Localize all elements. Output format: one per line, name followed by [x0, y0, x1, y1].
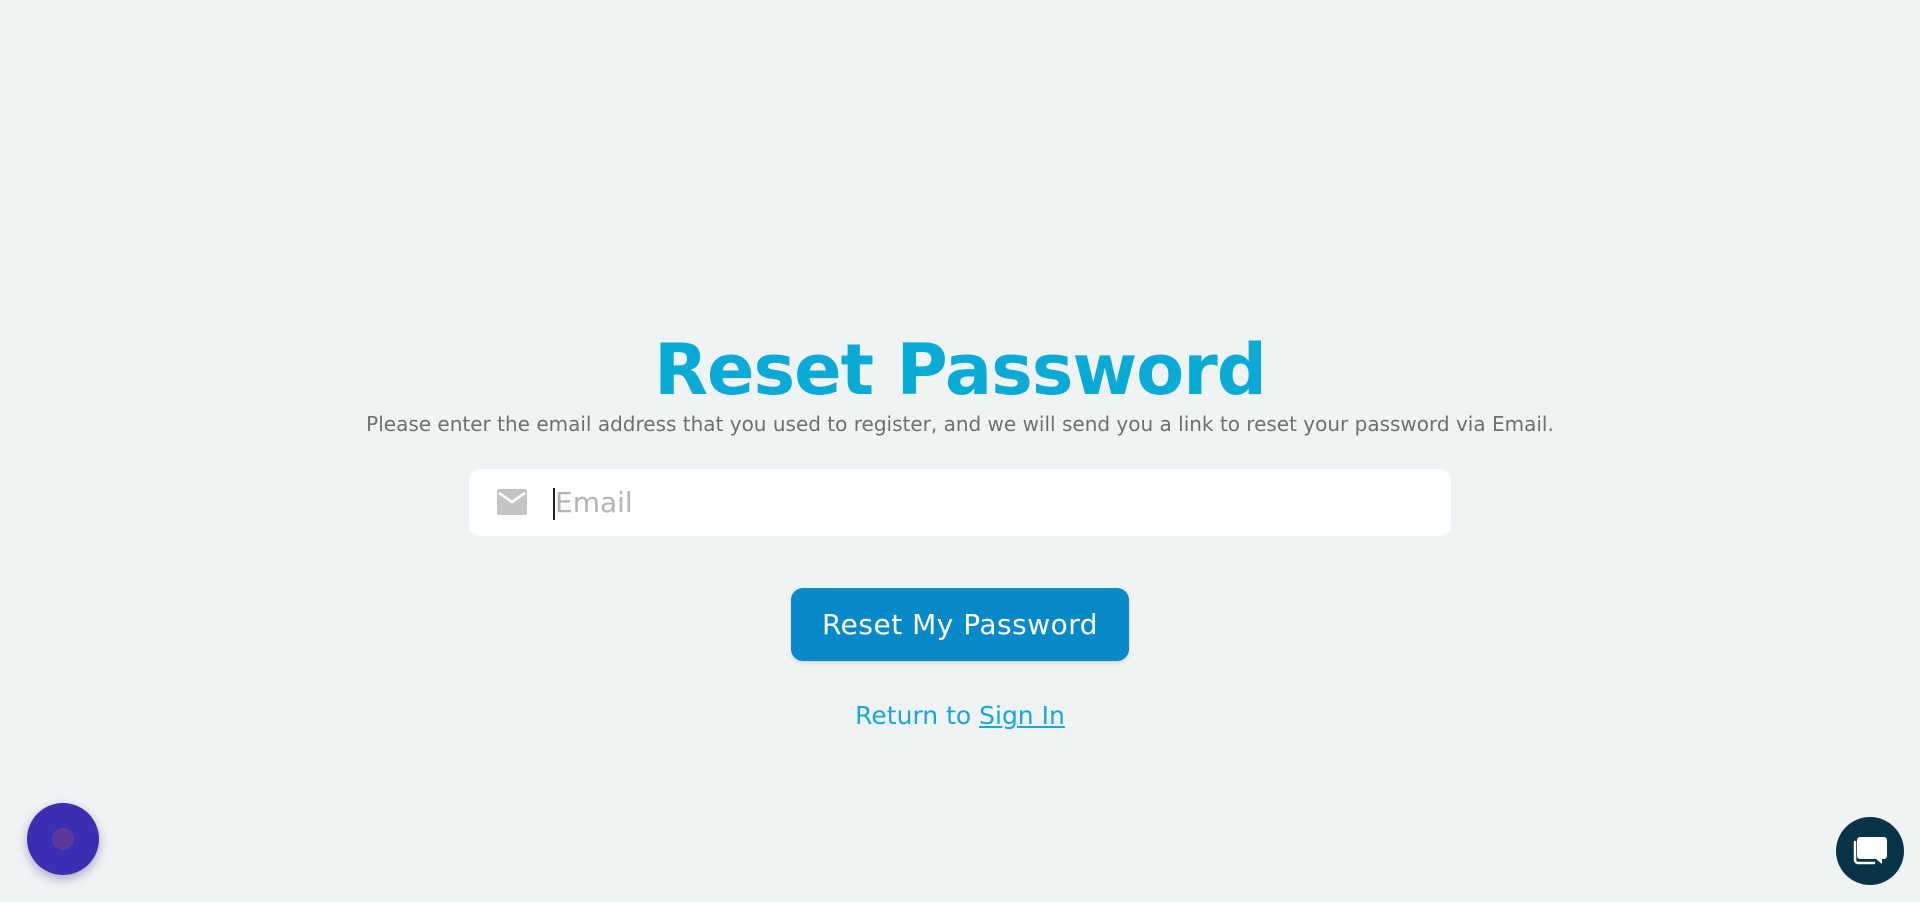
text-caret	[553, 488, 555, 520]
chat-launcher-button[interactable]	[1836, 817, 1904, 885]
reset-password-button[interactable]: Reset My Password	[791, 588, 1129, 661]
sign-in-link[interactable]: Sign In	[979, 701, 1065, 730]
return-to-signin: Return to Sign In	[0, 700, 1920, 732]
return-prefix-text: Return to	[855, 701, 980, 730]
email-field-container	[469, 469, 1451, 536]
page-subtitle: Please enter the email address that you …	[366, 412, 1554, 436]
reset-password-page: Reset Password Please enter the email ad…	[0, 0, 1920, 902]
page-title: Reset Password	[654, 329, 1267, 411]
assistant-launcher-button[interactable]	[27, 803, 99, 875]
dot-icon	[52, 828, 74, 850]
mail-icon	[497, 489, 527, 515]
email-input[interactable]	[553, 469, 1433, 536]
chat-bubble-icon	[1851, 832, 1889, 870]
